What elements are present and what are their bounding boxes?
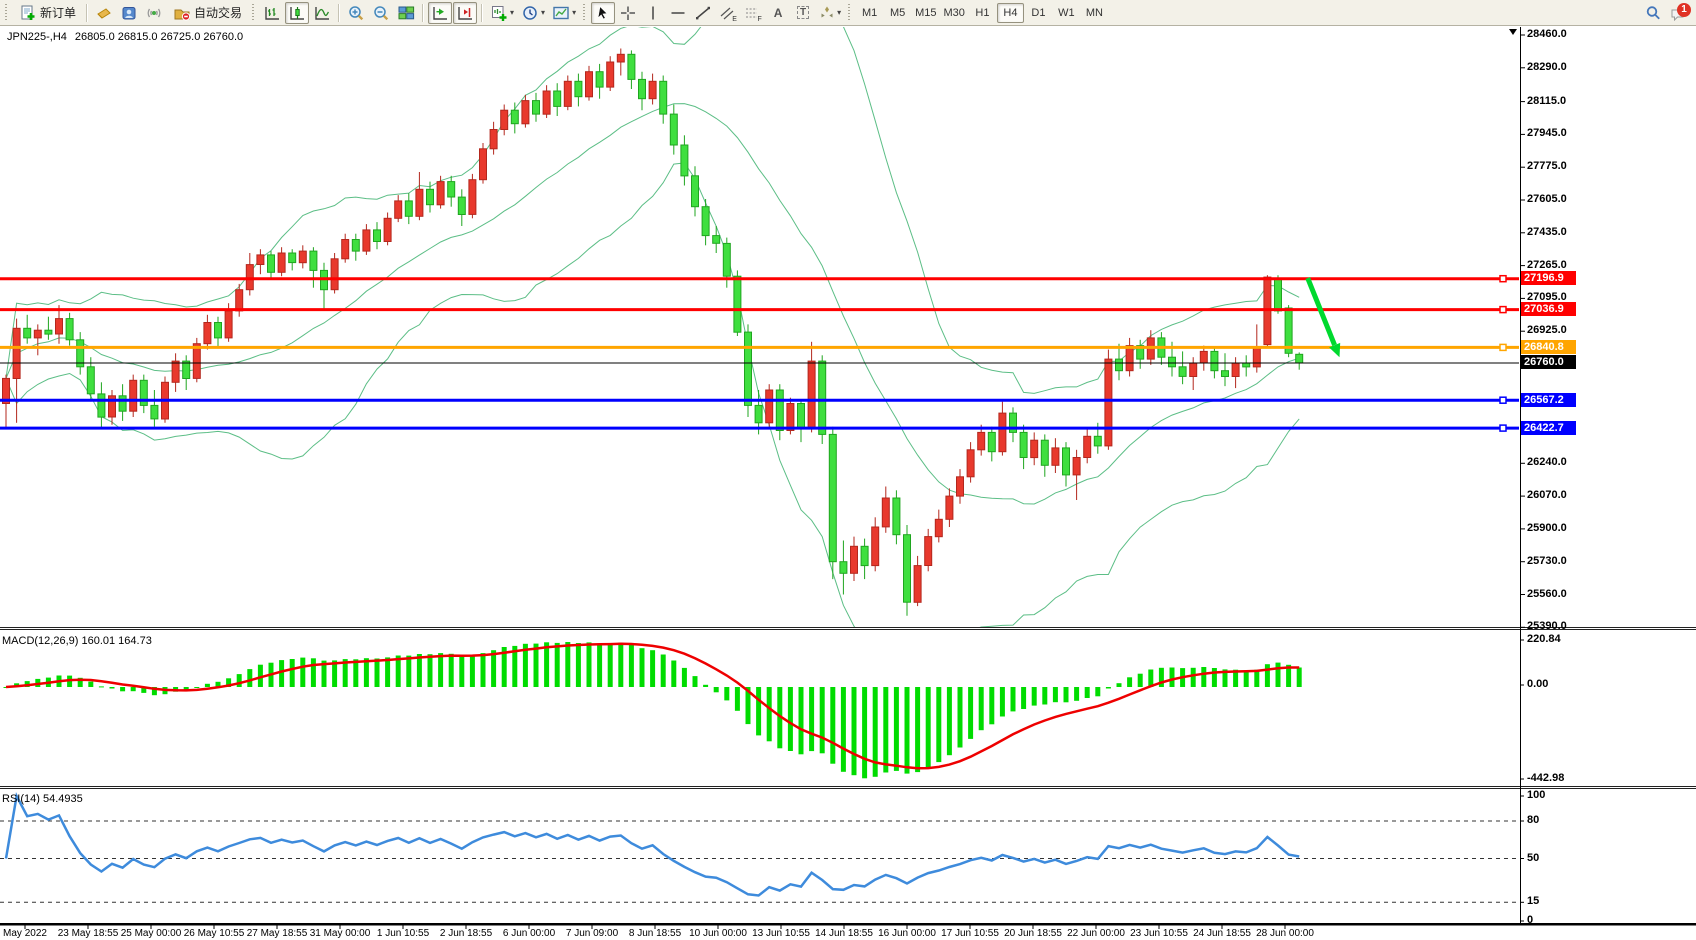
price-line-badge: 26422.7	[1521, 421, 1576, 435]
time-axis-label: 22 Jun 00:00	[1067, 928, 1125, 939]
price-line-badge: 26840.8	[1521, 340, 1576, 354]
time-axis-label: 28 Jun 00:00	[1256, 928, 1314, 939]
chart-canvas[interactable]	[0, 0, 1696, 940]
time-axis-label: 20 Jun 18:55	[1004, 928, 1062, 939]
time-axis-label: 1 Jun 10:55	[377, 928, 429, 939]
price-line-badge: 27036.9	[1521, 302, 1576, 316]
time-axis-label: 17 Jun 10:55	[941, 928, 999, 939]
chart-area[interactable]: JPN225-,H4 26805.0 26815.0 26725.0 26760.…	[0, 27, 1696, 940]
time-axis-label: 16 Jun 00:00	[878, 928, 936, 939]
time-axis-label: 23 May 18:55	[58, 928, 119, 939]
rsi-axis-label: 0	[1527, 914, 1533, 926]
price-line-badge: 27196.9	[1521, 271, 1576, 285]
rsi-axis-label: 50	[1527, 852, 1539, 864]
price-line-badge: 26567.2	[1521, 393, 1576, 407]
price-tick-label: 25560.0	[1527, 588, 1567, 600]
price-tick-label: 28115.0	[1527, 95, 1566, 107]
price-tick-label: 25390.0	[1527, 620, 1567, 632]
time-axis-label: 10 Jun 00:00	[689, 928, 747, 939]
price-tick-label: 27605.0	[1527, 193, 1567, 205]
time-axis-label: 6 Jun 00:00	[503, 928, 555, 939]
time-axis-label: 27 May 18:55	[247, 928, 308, 939]
time-axis-label: 8 Jun 18:55	[629, 928, 681, 939]
price-tick-label: 26925.0	[1527, 324, 1567, 336]
price-tick-label: 26070.0	[1527, 489, 1567, 501]
time-axis-label: May 2022	[3, 928, 47, 939]
price-tick-label: 28290.0	[1527, 61, 1567, 73]
time-axis-label: 7 Jun 09:00	[566, 928, 618, 939]
time-axis-label: 24 Jun 18:55	[1193, 928, 1251, 939]
price-tick-label: 25730.0	[1527, 555, 1567, 567]
time-axis-label: 2 Jun 18:55	[440, 928, 492, 939]
price-tick-label: 25900.0	[1527, 522, 1567, 534]
price-tick-label: 27265.0	[1527, 259, 1567, 271]
macd-axis-label: 0.00	[1527, 678, 1548, 690]
price-tick-label: 27775.0	[1527, 160, 1567, 172]
chart-ohlc-values: 26805.0 26815.0 26725.0 26760.0	[75, 31, 243, 43]
macd-indicator-label: MACD(12,26,9) 160.01 164.73	[2, 635, 152, 647]
trading-platform-window: 新订单	[0, 0, 1696, 940]
price-tick-label: 28460.0	[1527, 28, 1567, 40]
chart-ohlc-header: JPN225-,H4 26805.0 26815.0 26725.0 26760.…	[7, 31, 243, 43]
macd-axis-label: -442.98	[1527, 772, 1564, 784]
time-axis-label: 13 Jun 10:55	[752, 928, 810, 939]
price-line-badge: 26760.0	[1521, 355, 1576, 369]
time-axis-label: 23 Jun 10:55	[1130, 928, 1188, 939]
rsi-indicator-label: RSI(14) 54.4935	[2, 793, 83, 805]
price-tick-label: 26240.0	[1527, 456, 1567, 468]
chart-symbol-period: JPN225-,H4	[7, 31, 67, 43]
rsi-axis-label: 80	[1527, 814, 1539, 826]
time-axis-label: 25 May 00:00	[121, 928, 182, 939]
price-tick-label: 27945.0	[1527, 127, 1567, 139]
rsi-axis-label: 100	[1527, 789, 1545, 801]
rsi-axis-label: 15	[1527, 895, 1539, 907]
macd-axis-label: 220.84	[1527, 633, 1561, 645]
price-tick-label: 27435.0	[1527, 226, 1567, 238]
time-axis-label: 26 May 10:55	[184, 928, 245, 939]
time-axis-label: 14 Jun 18:55	[815, 928, 873, 939]
time-axis-label: 31 May 00:00	[310, 928, 371, 939]
